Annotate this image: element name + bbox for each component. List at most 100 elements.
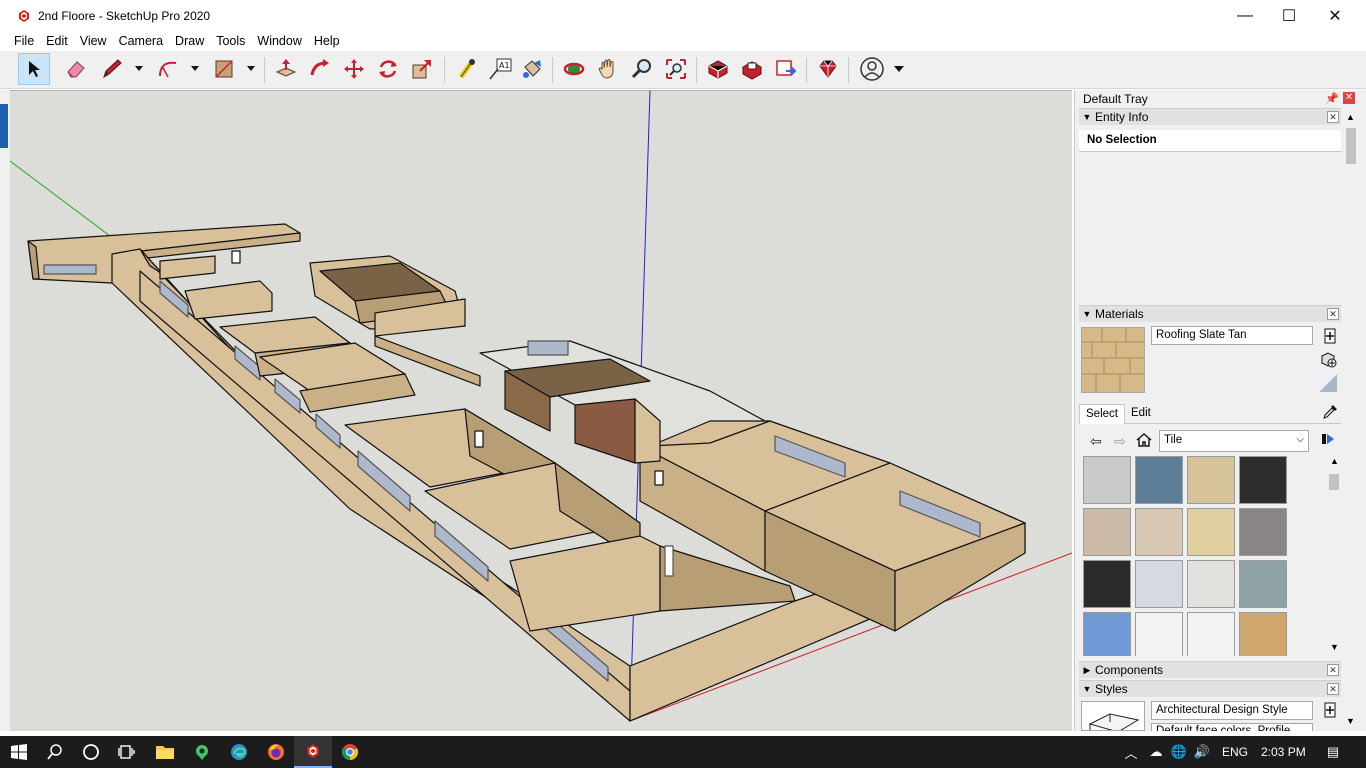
menu-window[interactable]: Window	[251, 34, 307, 48]
line-tool-button[interactable]	[96, 53, 128, 85]
shape-dropdown-chevron[interactable]	[246, 63, 256, 75]
tab-edit[interactable]: Edit	[1125, 404, 1157, 424]
menu-camera[interactable]: Camera	[113, 34, 169, 48]
sketchup-taskbar-button[interactable]	[294, 736, 332, 768]
default-material-triangle-icon[interactable]	[1319, 374, 1337, 392]
styles-header[interactable]: ▼ Styles ✕	[1079, 680, 1341, 697]
tray-scrollbar[interactable]: ▲ ▼	[1343, 110, 1359, 730]
menu-help[interactable]: Help	[308, 34, 346, 48]
tape-measure-tool-button[interactable]	[450, 53, 482, 85]
material-swatch[interactable]	[1187, 560, 1235, 608]
scroll-down-icon[interactable]: ▼	[1330, 642, 1339, 652]
move-tool-button[interactable]	[338, 53, 370, 85]
material-swatch[interactable]	[1083, 612, 1131, 656]
tab-select[interactable]: Select	[1079, 404, 1125, 424]
windows-start-button[interactable]	[0, 736, 38, 768]
follow-me-tool-button[interactable]	[304, 53, 336, 85]
tray-scroll-up-icon[interactable]: ▲	[1346, 112, 1355, 122]
components-close-button[interactable]: ✕	[1327, 664, 1339, 676]
material-swatch[interactable]	[1083, 560, 1131, 608]
notifications-icon[interactable]: ▤	[1324, 743, 1342, 761]
entity-info-close-button[interactable]: ✕	[1327, 111, 1339, 123]
volume-icon[interactable]: 🔊	[1193, 743, 1211, 761]
tray-close-button[interactable]: ✕	[1343, 92, 1355, 104]
swatch-scrollbar[interactable]: ▲ ▼	[1327, 456, 1341, 656]
minimize-button[interactable]: —	[1222, 0, 1268, 31]
maps-app-button[interactable]	[183, 736, 221, 768]
material-swatch[interactable]	[1135, 560, 1183, 608]
zoom-tool-button[interactable]	[626, 53, 658, 85]
material-swatch[interactable]	[1083, 508, 1131, 556]
orbit-tool-button[interactable]	[558, 53, 590, 85]
entity-info-header[interactable]: ▼ Entity Info ✕	[1079, 108, 1341, 125]
arc-dropdown-chevron[interactable]	[190, 63, 200, 75]
pan-tool-button[interactable]	[592, 53, 624, 85]
material-swatch[interactable]	[1187, 612, 1235, 656]
zoom-extents-tool-button[interactable]	[660, 53, 692, 85]
account-dropdown-chevron[interactable]	[894, 63, 904, 75]
pin-icon[interactable]: 📌	[1325, 92, 1339, 105]
home-icon[interactable]	[1135, 432, 1153, 450]
text-tool-button[interactable]: A1	[484, 53, 516, 85]
maximize-button[interactable]: ☐	[1266, 0, 1312, 31]
details-arrow-icon[interactable]	[1319, 432, 1337, 450]
ruby-console-button[interactable]	[812, 53, 844, 85]
material-swatch[interactable]	[1187, 456, 1235, 504]
materials-header[interactable]: ▼ Materials ✕	[1079, 305, 1341, 322]
material-swatch[interactable]	[1135, 612, 1183, 656]
tray-scroll-down-icon[interactable]: ▼	[1346, 716, 1355, 726]
cortana-button[interactable]	[72, 736, 110, 768]
input-language[interactable]: ENG	[1222, 745, 1248, 759]
eyedropper-icon[interactable]	[1321, 403, 1339, 421]
create-style-icon[interactable]	[1321, 701, 1339, 719]
menu-draw[interactable]: Draw	[169, 34, 210, 48]
style-name-field[interactable]: Architectural Design Style	[1151, 701, 1313, 720]
arc-tool-button[interactable]	[152, 53, 184, 85]
material-swatch[interactable]	[1239, 456, 1287, 504]
show-hidden-icons-chevron[interactable]: ︿	[1122, 743, 1140, 761]
create-material-icon[interactable]	[1321, 327, 1339, 345]
forward-arrow-icon[interactable]: ⇨	[1111, 432, 1129, 450]
material-swatch[interactable]	[1083, 456, 1131, 504]
edge-browser-button[interactable]	[220, 736, 258, 768]
material-swatch[interactable]	[1239, 560, 1287, 608]
firefox-browser-button[interactable]	[257, 736, 295, 768]
components-header[interactable]: ▶ Components ✕	[1079, 661, 1341, 678]
sample-paint-cube-icon[interactable]	[1319, 350, 1337, 368]
scale-tool-button[interactable]	[406, 53, 438, 85]
eraser-tool-button[interactable]	[60, 53, 92, 85]
menu-tools[interactable]: Tools	[210, 34, 251, 48]
styles-close-button[interactable]: ✕	[1327, 683, 1339, 695]
current-material-swatch[interactable]	[1081, 327, 1145, 393]
menu-file[interactable]: File	[8, 34, 40, 48]
material-name-field[interactable]: Roofing Slate Tan	[1151, 326, 1313, 345]
paint-bucket-tool-button[interactable]	[516, 53, 548, 85]
material-swatch[interactable]	[1135, 456, 1183, 504]
menu-edit[interactable]: Edit	[40, 34, 74, 48]
material-swatch[interactable]	[1135, 508, 1183, 556]
clock-time[interactable]: 2:03 PM	[1261, 745, 1306, 759]
material-library-dropdown[interactable]: Tile ⌵	[1159, 430, 1309, 452]
scroll-up-icon[interactable]: ▲	[1330, 456, 1339, 466]
style-thumbnail[interactable]	[1081, 701, 1145, 731]
line-dropdown-chevron[interactable]	[134, 63, 144, 75]
close-window-button[interactable]: ✕	[1312, 0, 1358, 31]
rotate-tool-button[interactable]	[372, 53, 404, 85]
3d-warehouse-button[interactable]	[702, 53, 734, 85]
material-swatch[interactable]	[1239, 508, 1287, 556]
material-swatch[interactable]	[1187, 508, 1235, 556]
rectangle-tool-button[interactable]	[208, 53, 240, 85]
model-viewport[interactable]	[10, 90, 1072, 731]
menu-view[interactable]: View	[74, 34, 113, 48]
extension-warehouse-button[interactable]	[736, 53, 768, 85]
onedrive-network-icon[interactable]: ☁	[1147, 743, 1165, 761]
file-explorer-button[interactable]	[146, 736, 184, 768]
material-swatch[interactable]	[1239, 612, 1287, 656]
send-to-layout-button[interactable]	[770, 53, 802, 85]
taskbar-search-button[interactable]	[36, 736, 74, 768]
account-button[interactable]	[856, 53, 888, 85]
task-view-button[interactable]	[108, 736, 146, 768]
style-description-field[interactable]: Default face colors. Profile	[1151, 723, 1313, 731]
globe-network-icon[interactable]: 🌐	[1170, 743, 1188, 761]
materials-close-button[interactable]: ✕	[1327, 308, 1339, 320]
